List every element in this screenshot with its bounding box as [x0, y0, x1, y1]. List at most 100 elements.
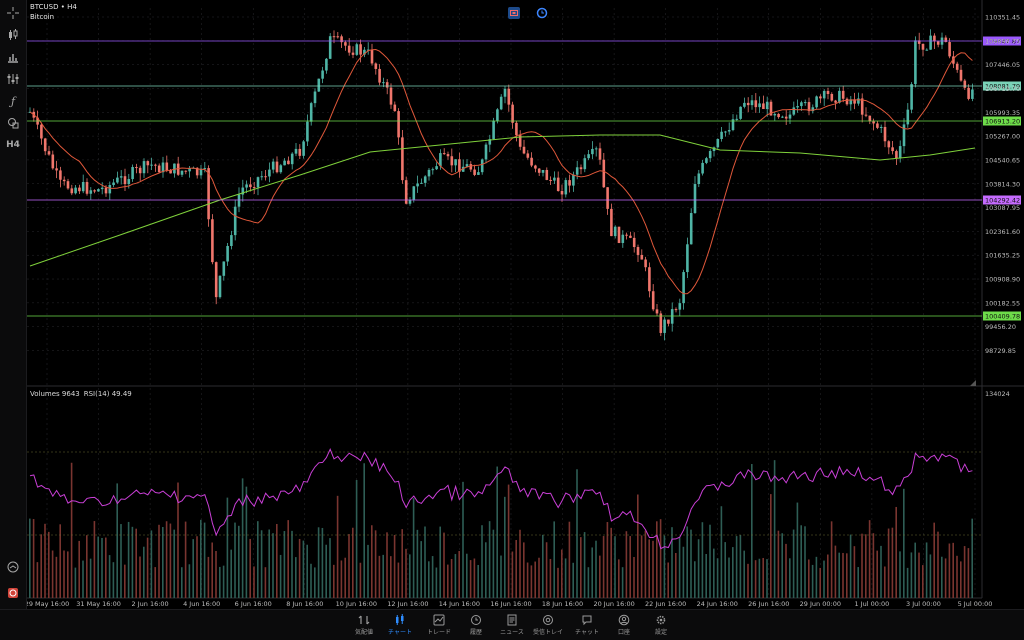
candlestick-icon[interactable]: [3, 26, 23, 44]
volume-bar: [173, 529, 175, 598]
chart-canvas[interactable]: 109647.87108081.79106913.20104292.421004…: [0, 0, 1024, 612]
volume-bar: [241, 478, 244, 598]
candle-body: [401, 137, 404, 181]
volume-bar: [287, 520, 289, 598]
volume-bar: [640, 535, 643, 598]
candle-body: [427, 169, 431, 177]
volume-bar: [40, 534, 42, 598]
nav-item-settings[interactable]: 設定: [641, 612, 681, 636]
candle-body: [697, 173, 701, 185]
candle-body: [142, 161, 146, 174]
volume-bar: [268, 529, 270, 598]
nav-item-chart[interactable]: チャート: [380, 612, 420, 636]
candle-body: [275, 161, 279, 173]
price-tick-label: 103814.30: [985, 180, 1020, 188]
candle-body: [317, 78, 321, 92]
volume-bar: [606, 522, 609, 598]
candle-body: [720, 131, 723, 139]
candle-body: [955, 63, 959, 70]
volume-bar: [587, 567, 590, 598]
volume-bar: [929, 554, 932, 598]
one-click-trading-icon[interactable]: [508, 7, 520, 19]
speed-icon[interactable]: [3, 558, 23, 576]
volume-bar: [830, 521, 833, 598]
candle-body: [906, 109, 910, 125]
volume-bar: [59, 524, 61, 598]
account-icon[interactable]: [3, 584, 23, 602]
volume-bar: [564, 558, 567, 598]
candle-body: [602, 159, 606, 188]
volume-bar: [116, 483, 118, 598]
volume-bar: [321, 527, 324, 598]
candle-body: [678, 303, 682, 310]
time-axis-label: 2 Jun 16:00: [132, 600, 169, 608]
volume-bar: [675, 552, 677, 598]
candle-body: [534, 165, 537, 169]
candle-body: [963, 80, 967, 88]
volume-bar: [842, 552, 844, 598]
nav-item-label: 設定: [654, 629, 667, 636]
candle-body: [97, 189, 100, 192]
volume-bar: [219, 566, 221, 598]
timeframe-button[interactable]: H4: [3, 136, 23, 154]
time-axis-label: 29 Jun 00:00: [800, 600, 841, 608]
crosshair-icon[interactable]: [3, 4, 23, 22]
candle-body: [138, 167, 142, 174]
volume-bar: [561, 549, 563, 598]
candle-body: [214, 262, 218, 298]
volume-bar: [762, 557, 764, 598]
candle-body: [131, 167, 134, 180]
volume-bar: [933, 522, 935, 598]
nav-item-quotes[interactable]: 気配値: [344, 612, 384, 636]
account-icon: [604, 612, 644, 627]
candle-body: [442, 153, 446, 155]
candle-body: [499, 96, 503, 110]
nav-item-news[interactable]: ニュース: [492, 612, 532, 636]
volume-bar: [420, 541, 422, 598]
volume-bar: [325, 544, 327, 598]
candle-body: [724, 131, 727, 133]
nav-item-history[interactable]: 履歴: [456, 612, 496, 636]
volume-bar: [633, 556, 635, 598]
clock-icon[interactable]: [536, 7, 548, 19]
bar-chart-icon[interactable]: [3, 48, 23, 66]
volume-bar: [583, 532, 586, 598]
nav-item-chat[interactable]: チャット: [567, 612, 607, 636]
volume-bar: [127, 521, 130, 598]
candle-body: [249, 184, 252, 188]
settings-icon: [641, 612, 681, 627]
candle-body: [914, 40, 917, 85]
nav-item-account[interactable]: 口座: [604, 612, 644, 636]
volume-bar: [226, 497, 229, 598]
candle-body: [727, 130, 731, 132]
candle-body: [648, 267, 651, 292]
volume-bar: [374, 530, 377, 598]
candle-body: [123, 176, 127, 185]
objects-icon[interactable]: [3, 114, 23, 132]
volume-bar: [257, 521, 259, 598]
candle-body: [211, 219, 214, 263]
volume-bar: [477, 564, 479, 598]
nav-item-trade[interactable]: トレード: [419, 612, 459, 636]
news-icon: [492, 612, 532, 627]
symbol-description: Bitcoin: [30, 13, 55, 21]
candle-body: [127, 179, 131, 185]
function-icon[interactable]: ƒ: [3, 92, 23, 110]
candle-body: [822, 90, 826, 99]
candle-body: [233, 206, 237, 236]
price-tick-label: 99456.20: [985, 323, 1016, 331]
nav-item-inbox[interactable]: 受信トレイ: [528, 612, 568, 636]
volume-bar: [686, 526, 688, 598]
volume-bar: [887, 528, 890, 598]
volume-bar: [363, 463, 365, 598]
candle-body: [260, 176, 264, 178]
candle-body: [800, 102, 803, 107]
candle-body: [606, 187, 609, 209]
indicators-icon[interactable]: [3, 70, 23, 88]
volume-bar: [557, 567, 559, 598]
candle-body: [374, 63, 378, 69]
volume-bar: [207, 556, 210, 598]
volume-bar: [36, 562, 39, 598]
volume-bar: [260, 530, 263, 598]
candle-body: [522, 146, 526, 154]
